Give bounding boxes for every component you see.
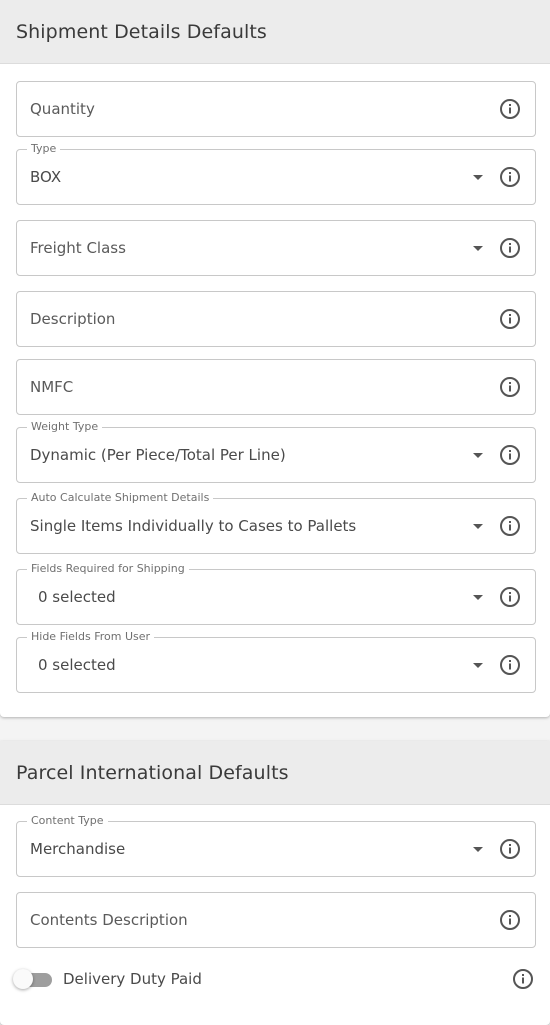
freight-class-placeholder: Freight Class — [30, 239, 126, 257]
parcel-international-card: Parcel International Defaults Content Ty… — [0, 741, 550, 1025]
toggle-thumb[interactable] — [13, 969, 33, 989]
chevron-down-icon[interactable] — [473, 595, 483, 600]
weight-type-value: Dynamic (Per Piece/Total Per Line) — [30, 446, 286, 464]
delivery-duty-paid-label: Delivery Duty Paid — [63, 970, 202, 988]
info-icon[interactable] — [499, 98, 521, 120]
delivery-duty-paid-row: Delivery Duty Paid — [0, 959, 550, 999]
parcel-international-title: Parcel International Defaults — [16, 761, 289, 784]
content-type-select[interactable]: Content Type Merchandise — [16, 815, 536, 877]
freight-class-select[interactable]: Freight Class — [16, 220, 536, 276]
nmfc-placeholder: NMFC — [30, 378, 74, 396]
description-placeholder: Description — [30, 310, 116, 328]
info-icon[interactable] — [499, 515, 521, 537]
info-icon[interactable] — [499, 376, 521, 398]
chevron-down-icon[interactable] — [473, 175, 483, 180]
info-icon[interactable] — [499, 308, 521, 330]
weight-type-select[interactable]: Weight Type Dynamic (Per Piece/Total Per… — [16, 421, 536, 483]
info-icon[interactable] — [499, 237, 521, 259]
auto-calculate-label: Auto Calculate Shipment Details — [27, 492, 214, 504]
shipment-details-header: Shipment Details Defaults — [0, 0, 550, 64]
description-field[interactable]: Description — [16, 291, 536, 347]
info-icon[interactable] — [499, 838, 521, 860]
fields-required-multiselect[interactable]: Fields Required for Shipping 0 selected — [16, 563, 536, 625]
auto-calculate-value: Single Items Individually to Cases to Pa… — [30, 517, 357, 535]
weight-type-label: Weight Type — [27, 421, 103, 433]
type-select[interactable]: Type BOX — [16, 143, 536, 205]
info-icon[interactable] — [499, 909, 521, 931]
type-value: BOX — [30, 168, 62, 186]
quantity-field[interactable]: Quantity — [16, 81, 536, 137]
fields-required-label: Fields Required for Shipping — [27, 563, 189, 575]
chevron-down-icon[interactable] — [473, 453, 483, 458]
chevron-down-icon[interactable] — [473, 663, 483, 668]
contents-description-placeholder: Contents Description — [30, 911, 188, 929]
parcel-international-header: Parcel International Defaults — [0, 741, 550, 805]
hide-fields-value: 0 selected — [38, 656, 116, 674]
shipment-details-card: Shipment Details Defaults Quantity Type … — [0, 0, 550, 717]
auto-calculate-select[interactable]: Auto Calculate Shipment Details Single I… — [16, 492, 536, 554]
chevron-down-icon[interactable] — [473, 246, 483, 251]
info-icon[interactable] — [499, 654, 521, 676]
nmfc-field[interactable]: NMFC — [16, 359, 536, 415]
content-type-label: Content Type — [27, 815, 108, 827]
hide-fields-label: Hide Fields From User — [27, 631, 155, 643]
fields-required-value: 0 selected — [38, 588, 116, 606]
info-icon[interactable] — [499, 444, 521, 466]
content-type-value: Merchandise — [30, 840, 126, 858]
shipment-details-title: Shipment Details Defaults — [16, 20, 267, 43]
contents-description-field[interactable]: Contents Description — [16, 892, 536, 948]
info-icon[interactable] — [499, 586, 521, 608]
type-label: Type — [27, 143, 61, 155]
hide-fields-multiselect[interactable]: Hide Fields From User 0 selected — [16, 631, 536, 693]
quantity-placeholder: Quantity — [30, 100, 95, 118]
chevron-down-icon[interactable] — [473, 847, 483, 852]
info-icon[interactable] — [512, 968, 534, 990]
info-icon[interactable] — [499, 166, 521, 188]
chevron-down-icon[interactable] — [473, 524, 483, 529]
